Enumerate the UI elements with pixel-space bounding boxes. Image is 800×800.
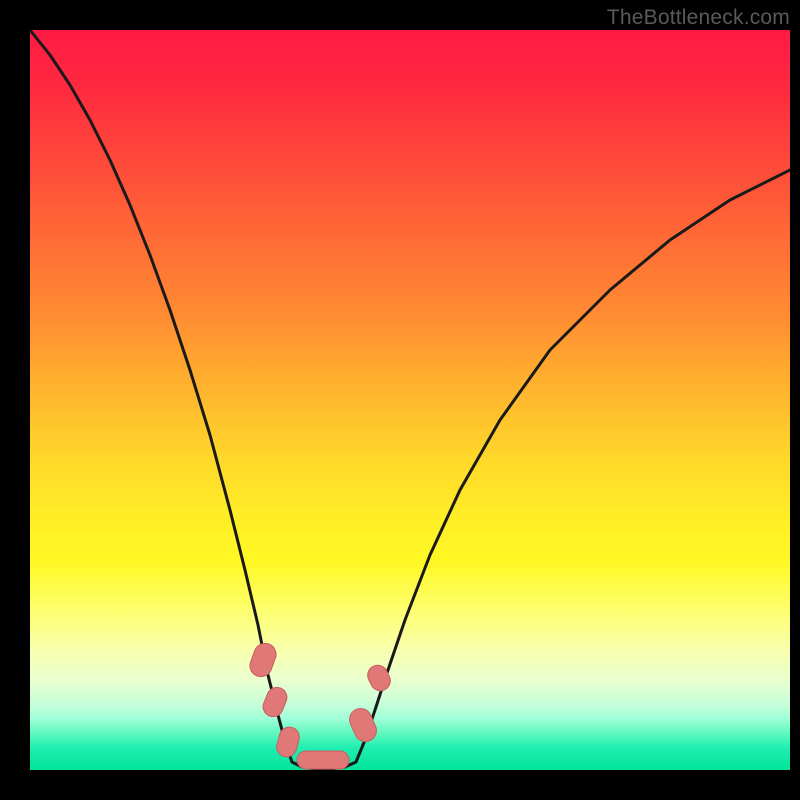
valley-marker-2 [274, 725, 301, 759]
curve-layer [30, 30, 790, 770]
plot-area [30, 30, 790, 770]
valley-marker-0 [247, 640, 279, 679]
bottleneck-curve [30, 30, 790, 769]
chart-frame: TheBottleneck.com [0, 0, 800, 800]
valley-marker-3 [297, 751, 349, 769]
watermark-text: TheBottleneck.com [607, 6, 790, 30]
valley-marker-1 [260, 684, 290, 719]
